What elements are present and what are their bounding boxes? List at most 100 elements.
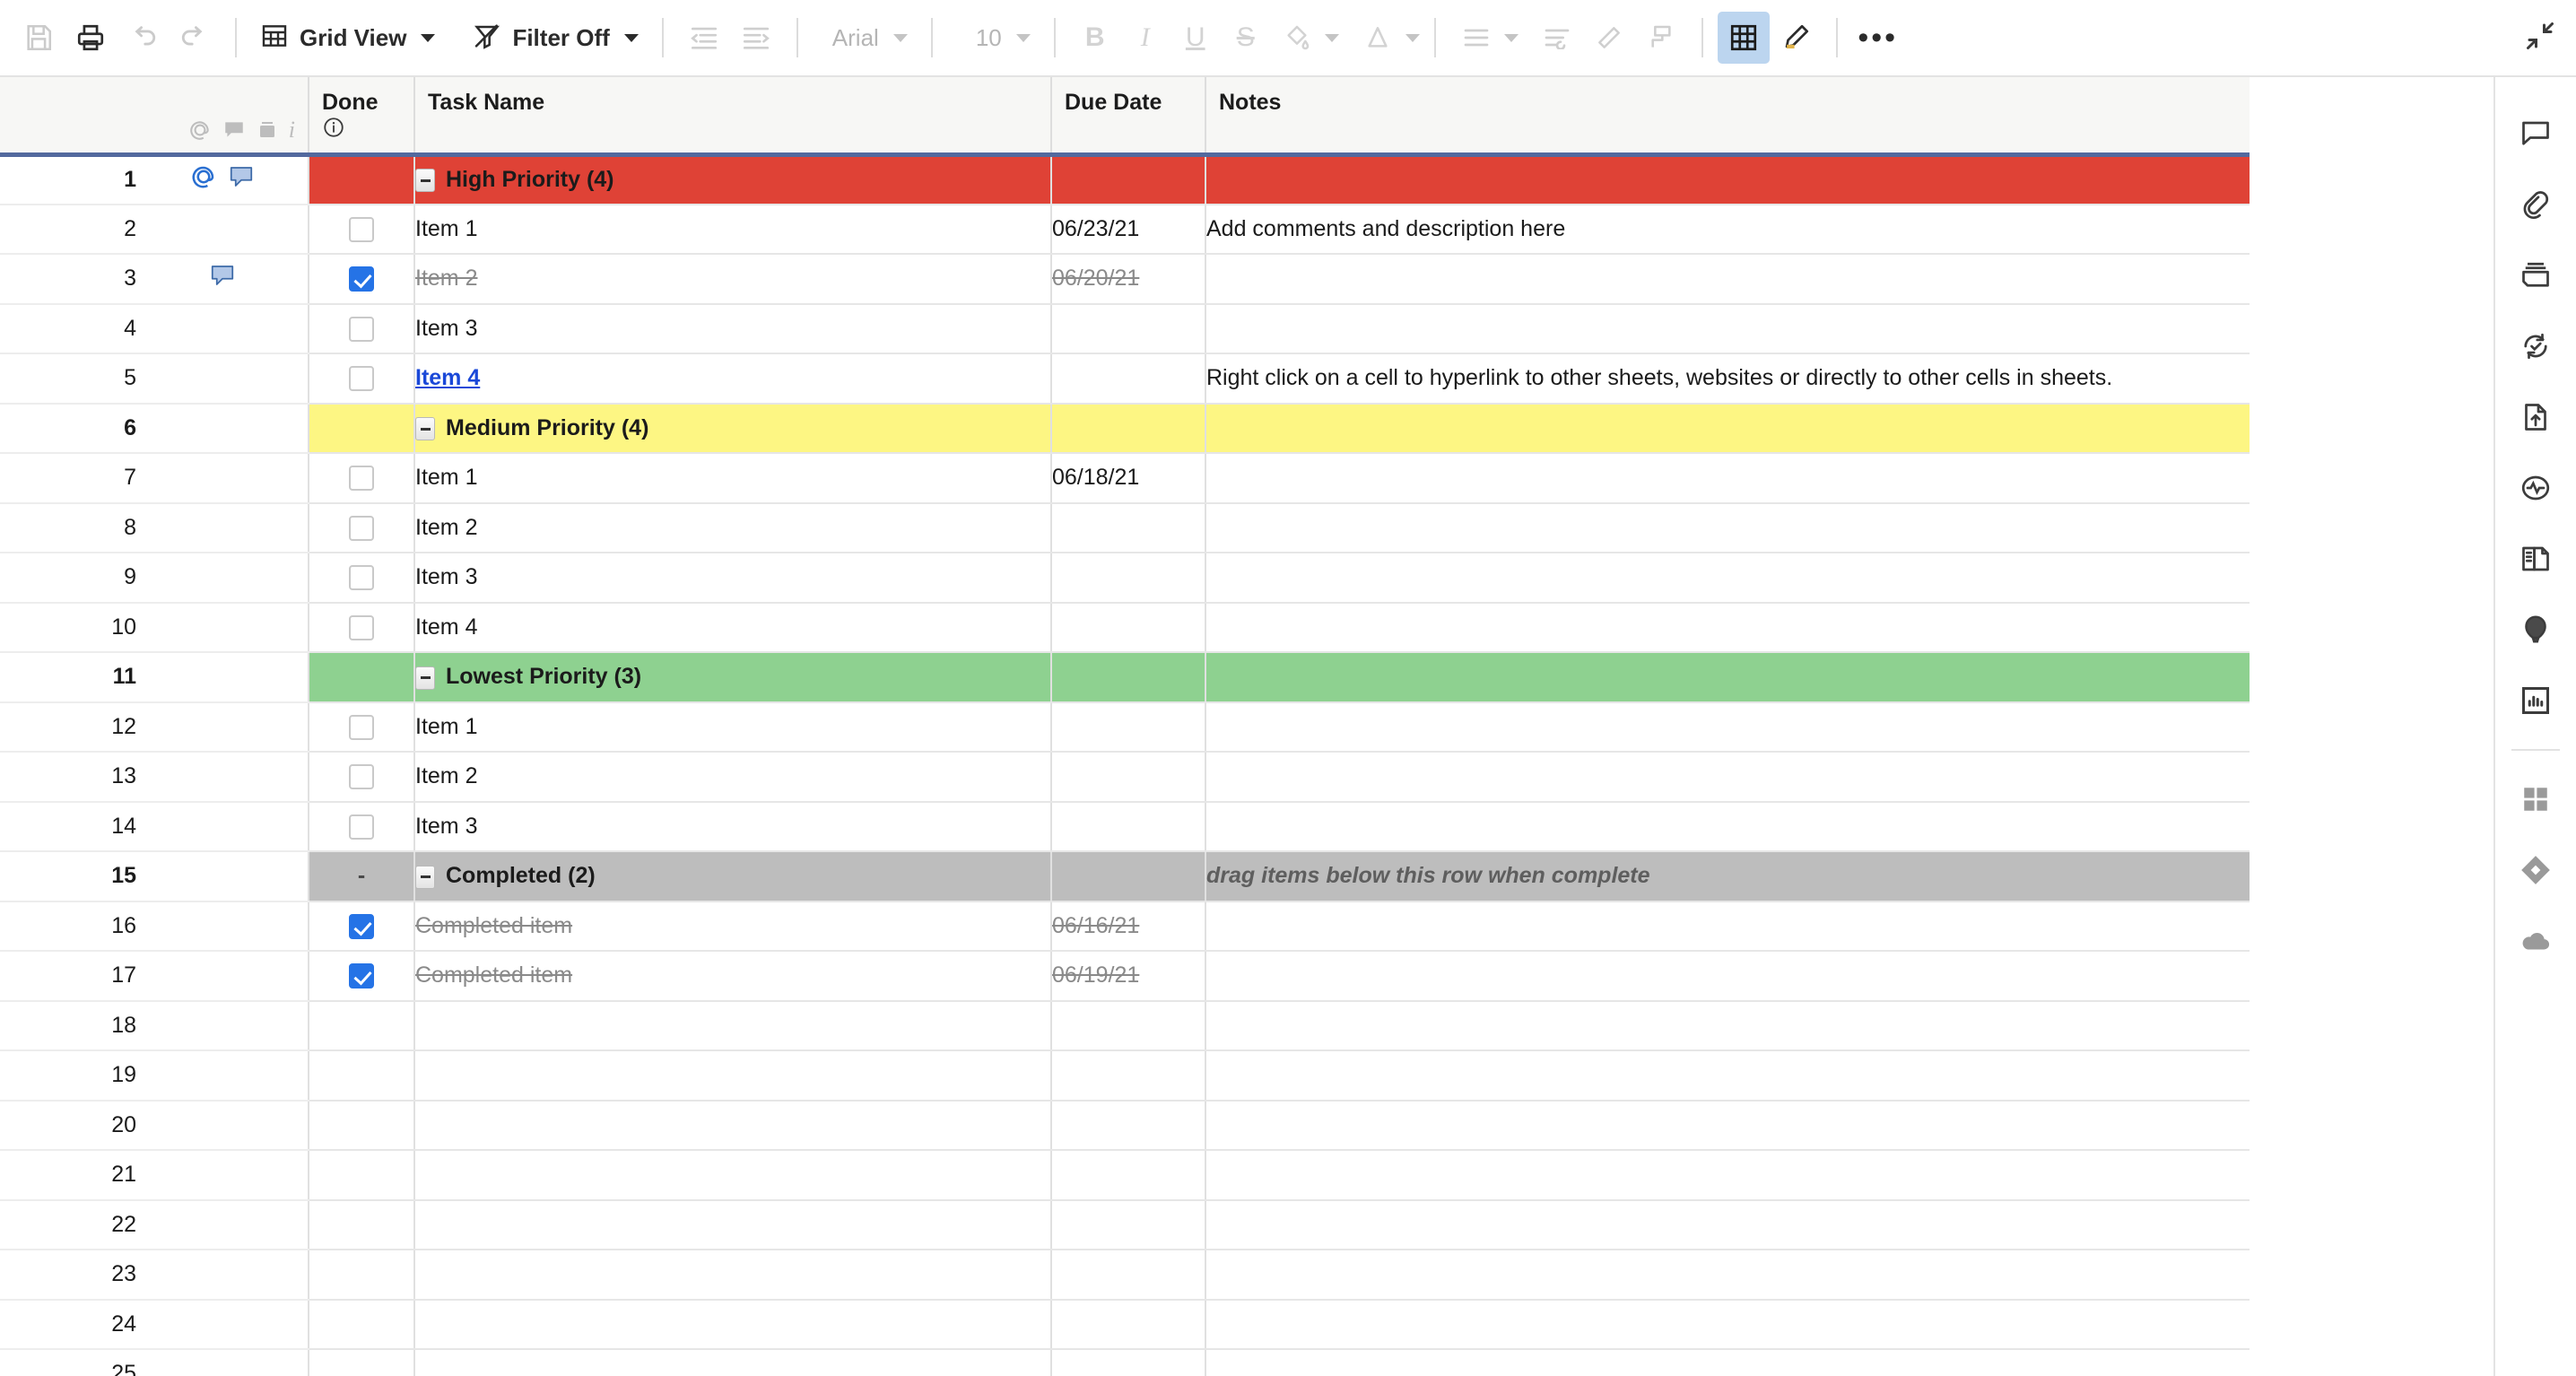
due-date-cell[interactable]: 06/16/21 [1051,901,1205,952]
row-number[interactable]: 24 [0,1300,136,1350]
done-cell[interactable] [309,304,414,354]
align-button[interactable] [1450,12,1502,64]
done-cell[interactable] [309,1349,414,1376]
row-number[interactable]: 18 [0,1001,136,1051]
done-cell[interactable]: - [309,851,414,901]
diamond-icon[interactable] [2508,842,2563,898]
comment-icon[interactable] [222,118,246,142]
task-name-cell[interactable]: Item 2 [414,254,1051,304]
row-number[interactable]: 9 [0,553,136,603]
row-number[interactable]: 12 [0,702,136,753]
notes-cell[interactable] [1205,1001,2250,1051]
row-number[interactable]: 2 [0,205,136,255]
notes-cell[interactable] [1205,154,2250,205]
publish-icon[interactable] [2508,389,2563,445]
notes-cell[interactable] [1205,453,2250,503]
done-checkbox[interactable] [349,565,374,590]
notes-cell[interactable] [1205,1050,2250,1101]
row-number[interactable]: 1 [0,154,136,205]
task-name-cell[interactable] [414,1250,1051,1300]
decrease-indent-button[interactable] [678,12,730,64]
proofs-icon[interactable] [2508,248,2563,303]
increase-indent-button[interactable] [730,12,782,64]
done-checkbox[interactable] [349,217,374,242]
cloud-icon[interactable] [2508,913,2563,969]
done-checkbox[interactable] [349,516,374,541]
chevron-down-icon[interactable] [624,34,639,42]
chevron-down-icon[interactable] [893,34,908,42]
text-color-button[interactable] [1352,12,1404,64]
table-row[interactable]: 13 Item 2 [0,752,2250,802]
table-row[interactable]: 22 [0,1200,2250,1250]
done-cell[interactable] [309,1200,414,1250]
done-checkbox[interactable] [349,317,374,342]
notes-cell[interactable] [1205,752,2250,802]
notes-cell[interactable] [1205,304,2250,354]
due-date-cell[interactable] [1051,1050,1205,1101]
save-button[interactable] [13,12,65,64]
notes-cell[interactable] [1205,951,2250,1001]
done-cell[interactable] [309,353,414,404]
table-row[interactable]: 25 [0,1349,2250,1376]
task-name-cell[interactable]: Item 2 [414,752,1051,802]
done-cell[interactable] [309,404,414,454]
done-checkbox[interactable] [349,366,374,391]
done-cell[interactable] [309,901,414,952]
row-number[interactable]: 23 [0,1250,136,1300]
due-date-cell[interactable] [1051,404,1205,454]
due-date-cell[interactable] [1051,304,1205,354]
due-date-cell[interactable] [1051,353,1205,404]
done-checkbox[interactable] [349,615,374,640]
row-number[interactable]: 19 [0,1050,136,1101]
task-name-cell[interactable]: Item 1 [414,205,1051,255]
info-circle-icon[interactable] [322,116,345,144]
collapse-toggle-icon[interactable] [415,866,435,889]
underline-button[interactable]: U [1171,22,1221,53]
table-row[interactable]: 9Item 3 [0,553,2250,603]
table-row[interactable]: 4Item 3 [0,304,2250,354]
table-row[interactable]: 2 Item 106/23/21Add comments and descript… [0,205,2250,255]
task-name-cell[interactable]: Item 3 [414,304,1051,354]
done-cell[interactable] [309,951,414,1001]
table-row[interactable]: 7Item 106/18/21 [0,453,2250,503]
due-date-cell[interactable] [1051,851,1205,901]
table-row[interactable]: 23 [0,1250,2250,1300]
comment-icon[interactable] [209,262,236,295]
task-name-cell[interactable]: Lowest Priority (3) [414,652,1051,702]
notes-cell[interactable] [1205,603,2250,653]
gridlines-button[interactable] [1718,12,1770,64]
collapse-panel-button[interactable] [2524,20,2556,57]
notes-cell[interactable] [1205,652,2250,702]
notes-cell[interactable] [1205,1349,2250,1376]
group-header-row[interactable]: 6Medium Priority (4) [0,404,2250,454]
row-number[interactable]: 13 [0,752,136,802]
task-name-text[interactable]: Item 4 [415,365,480,390]
due-date-cell[interactable] [1051,553,1205,603]
row-number[interactable]: 15 [0,851,136,901]
done-cell[interactable] [309,1150,414,1200]
comment-icon[interactable] [228,163,255,196]
conversations-icon[interactable] [2508,106,2563,161]
font-family-selector[interactable]: Arial [813,12,917,64]
collapse-toggle-icon[interactable] [415,666,435,690]
done-checkbox[interactable] [349,764,374,789]
row-number[interactable]: 20 [0,1101,136,1151]
table-row[interactable]: 24 [0,1300,2250,1350]
task-name-cell[interactable]: Completed item [414,901,1051,952]
table-row[interactable]: 17Completed item06/19/21 [0,951,2250,1001]
task-name-cell[interactable]: Completed (2) [414,851,1051,901]
notes-cell[interactable]: Add comments and description here [1205,205,2250,255]
filter-selector[interactable]: Filter Off [464,12,647,64]
table-row[interactable]: 5Item 4Right click on a cell to hyperlin… [0,353,2250,404]
notes-cell[interactable] [1205,1200,2250,1250]
redo-button[interactable] [169,12,221,64]
due-date-cell[interactable] [1051,1250,1205,1300]
done-cell[interactable] [309,752,414,802]
row-number[interactable]: 7 [0,453,136,503]
more-options-button[interactable]: ••• [1852,12,1904,64]
done-checkbox[interactable] [349,814,374,840]
header-due-date[interactable]: Due Date [1051,77,1205,154]
due-date-cell[interactable]: 06/23/21 [1051,205,1205,255]
bold-button[interactable]: B [1070,22,1120,53]
task-name-cell[interactable] [414,1050,1051,1101]
